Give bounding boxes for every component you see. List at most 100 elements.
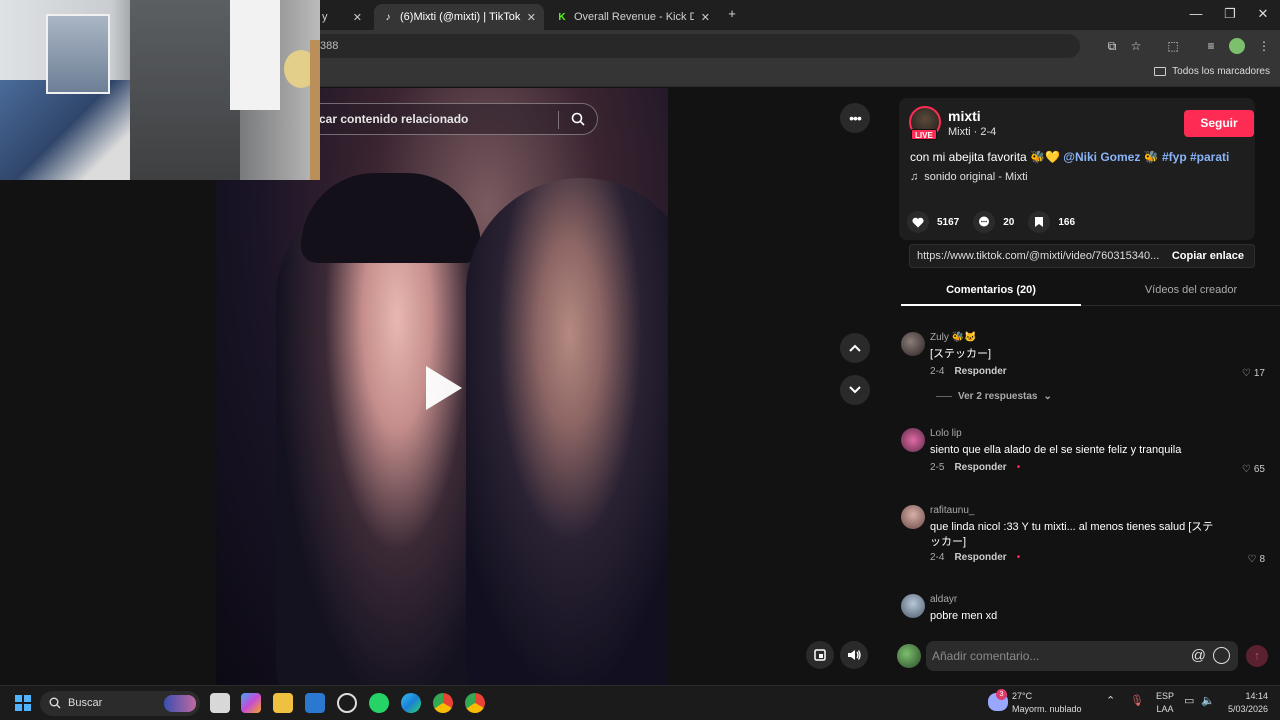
more-options-icon[interactable]: ••• bbox=[840, 103, 870, 133]
taskbar: Buscar 3 27°C Mayorm. nublado ⌃ 🎙 ESP LA… bbox=[0, 685, 1280, 720]
add-comment-bar: Añadir comentario... @ ↑ bbox=[897, 641, 1272, 671]
tab-tiktok[interactable]: ♪ (6)Mixti (@mixti) | TikTok ✕ bbox=[374, 4, 544, 30]
divider-line bbox=[936, 396, 952, 397]
comment-input[interactable]: Añadir comentario... @ bbox=[926, 641, 1238, 671]
commenter-avatar[interactable] bbox=[901, 594, 925, 618]
commenter-avatar[interactable] bbox=[901, 505, 925, 529]
comment-button[interactable] bbox=[973, 211, 996, 233]
commenter-name[interactable]: aldayr bbox=[930, 594, 957, 605]
bookmark-icon bbox=[1035, 217, 1044, 227]
pip-button[interactable] bbox=[806, 641, 834, 669]
network-icon[interactable]: ▭ bbox=[1184, 696, 1194, 707]
comment-like-button[interactable]: ♡ 17 bbox=[1242, 368, 1265, 379]
comment-like-count: 17 bbox=[1253, 368, 1265, 379]
reply-button[interactable]: Responder bbox=[954, 462, 1006, 473]
share-link-row: https://www.tiktok.com/@mixti/video/7603… bbox=[909, 244, 1255, 268]
comment-like-button[interactable]: ♡ 8 bbox=[1247, 554, 1265, 565]
comment-meta: 2-4 Responder • bbox=[930, 552, 1020, 563]
star-icon[interactable]: ☆ bbox=[1128, 38, 1144, 54]
send-comment-button[interactable]: ↑ bbox=[1246, 645, 1268, 667]
weather-widget[interactable]: 27°C Mayorm. nublado bbox=[1012, 691, 1082, 715]
commenter-name[interactable]: Lolo lip bbox=[930, 428, 962, 439]
live-badge: LIVE bbox=[911, 129, 937, 140]
reply-button[interactable]: Responder bbox=[954, 366, 1006, 377]
whatsapp-icon[interactable] bbox=[369, 693, 389, 713]
chrome-icon[interactable] bbox=[433, 693, 453, 713]
follow-button[interactable]: Seguir bbox=[1184, 110, 1254, 137]
save-button[interactable] bbox=[1028, 211, 1051, 233]
window-close-icon[interactable]: ✕ bbox=[1253, 6, 1273, 22]
tab-comments[interactable]: Comentarios (20) bbox=[901, 284, 1081, 306]
notification-badge: 3 bbox=[996, 689, 1007, 700]
next-video-button[interactable] bbox=[840, 375, 870, 405]
commenter-avatar[interactable] bbox=[901, 428, 925, 452]
language-primary: ESP bbox=[1156, 691, 1175, 701]
like-button[interactable] bbox=[907, 211, 929, 233]
extensions-icon[interactable]: ⬚ bbox=[1165, 38, 1181, 54]
screen: y ✕ ♪ (6)Mixti (@mixti) | TikTok ✕ K Ove… bbox=[0, 0, 1280, 720]
chrome-profile-icon[interactable] bbox=[465, 693, 485, 713]
tab-title: (6)Mixti (@mixti) | TikTok bbox=[400, 11, 521, 23]
tab-title: y bbox=[322, 11, 328, 23]
comment-text: pobre men xd bbox=[930, 610, 998, 622]
search-icon[interactable] bbox=[571, 112, 585, 126]
play-icon[interactable] bbox=[426, 366, 462, 410]
commenter-avatar[interactable] bbox=[901, 332, 925, 356]
view-replies-button[interactable]: Ver 2 respuestas ⌄ bbox=[936, 391, 1052, 402]
menu-kebab-icon[interactable]: ⋮ bbox=[1256, 38, 1272, 54]
copy-link-button[interactable]: Copiar enlace bbox=[1172, 250, 1244, 262]
all-bookmarks-button[interactable]: Todos los marcadores bbox=[1154, 66, 1270, 77]
reply-button[interactable]: Responder bbox=[954, 552, 1006, 563]
volume-button[interactable] bbox=[840, 641, 868, 669]
url-field[interactable]: 388 bbox=[300, 34, 1080, 58]
close-icon[interactable]: ✕ bbox=[353, 11, 362, 24]
store-icon[interactable] bbox=[305, 693, 325, 713]
app-icon[interactable] bbox=[337, 693, 357, 713]
weather-temp: 27°C bbox=[1012, 691, 1033, 701]
microphone-icon[interactable]: 🎙 bbox=[1130, 696, 1144, 707]
minimize-icon[interactable]: — bbox=[1186, 6, 1206, 21]
caption-mention[interactable]: @Niki Gomez bbox=[1063, 150, 1140, 164]
emoji-icon[interactable] bbox=[1213, 647, 1230, 664]
taskbar-search-label: Buscar bbox=[68, 697, 103, 709]
comment-like-button[interactable]: ♡ 65 bbox=[1242, 464, 1265, 475]
commenter-name[interactable]: rafitaunu_ bbox=[930, 505, 974, 516]
video-frame-hair bbox=[301, 173, 481, 263]
heart-outline-icon: ♡ bbox=[1247, 554, 1257, 565]
speaker-icon[interactable]: 🔈 bbox=[1201, 696, 1215, 707]
comment-item: aldayr pobre men xd bbox=[901, 594, 1271, 626]
windows-start-icon[interactable] bbox=[15, 695, 31, 711]
commenter-name[interactable]: Zuly 🐝🐱 bbox=[930, 332, 977, 343]
webcam-wardrobe bbox=[130, 0, 240, 180]
close-icon[interactable]: ✕ bbox=[527, 11, 536, 24]
file-explorer-icon[interactable] bbox=[273, 693, 293, 713]
related-search-bar[interactable]: car contenido relacionado bbox=[300, 103, 598, 135]
music-note-icon: ♫ bbox=[910, 171, 919, 183]
tiktok-favicon-icon: ♪ bbox=[385, 11, 391, 23]
edge-icon[interactable] bbox=[401, 693, 421, 713]
language-switcher[interactable]: ESP LAA bbox=[1156, 691, 1174, 715]
tab-creator-videos[interactable]: Vídeos del creador bbox=[1101, 284, 1280, 306]
video-url[interactable]: https://www.tiktok.com/@mixti/video/7603… bbox=[917, 250, 1159, 262]
copilot-icon[interactable] bbox=[241, 693, 261, 713]
new-tab-icon[interactable]: + bbox=[722, 6, 742, 21]
maximize-icon[interactable]: ❐ bbox=[1220, 6, 1240, 22]
author-username[interactable]: mixti bbox=[948, 108, 981, 124]
task-view-icon[interactable] bbox=[210, 693, 230, 713]
close-icon[interactable]: ✕ bbox=[701, 11, 710, 24]
cast-icon[interactable]: ⧉ bbox=[1104, 38, 1120, 54]
profile-avatar[interactable] bbox=[1229, 38, 1245, 54]
taskbar-search[interactable]: Buscar bbox=[40, 691, 200, 716]
mention-icon[interactable]: @ bbox=[1191, 647, 1206, 664]
chevron-up-icon[interactable]: ⌃ bbox=[1106, 696, 1115, 707]
caption-hashtags[interactable]: 🐝 #fyp #parati bbox=[1144, 150, 1230, 164]
sound-link[interactable]: ♫ sonido original - Mixti bbox=[910, 171, 1028, 183]
tab-kick[interactable]: K Overall Revenue - Kick Dashbo ✕ bbox=[548, 4, 718, 30]
comment-date: 2-4 bbox=[930, 552, 945, 563]
clock[interactable]: 14:14 5/03/2026 bbox=[1226, 691, 1268, 715]
language-secondary: LAA bbox=[1156, 704, 1174, 714]
previous-video-button[interactable] bbox=[840, 333, 870, 363]
user-avatar bbox=[897, 644, 921, 668]
tab-title: Overall Revenue - Kick Dashbo bbox=[574, 11, 694, 23]
media-icon[interactable]: ≡ bbox=[1203, 38, 1219, 54]
